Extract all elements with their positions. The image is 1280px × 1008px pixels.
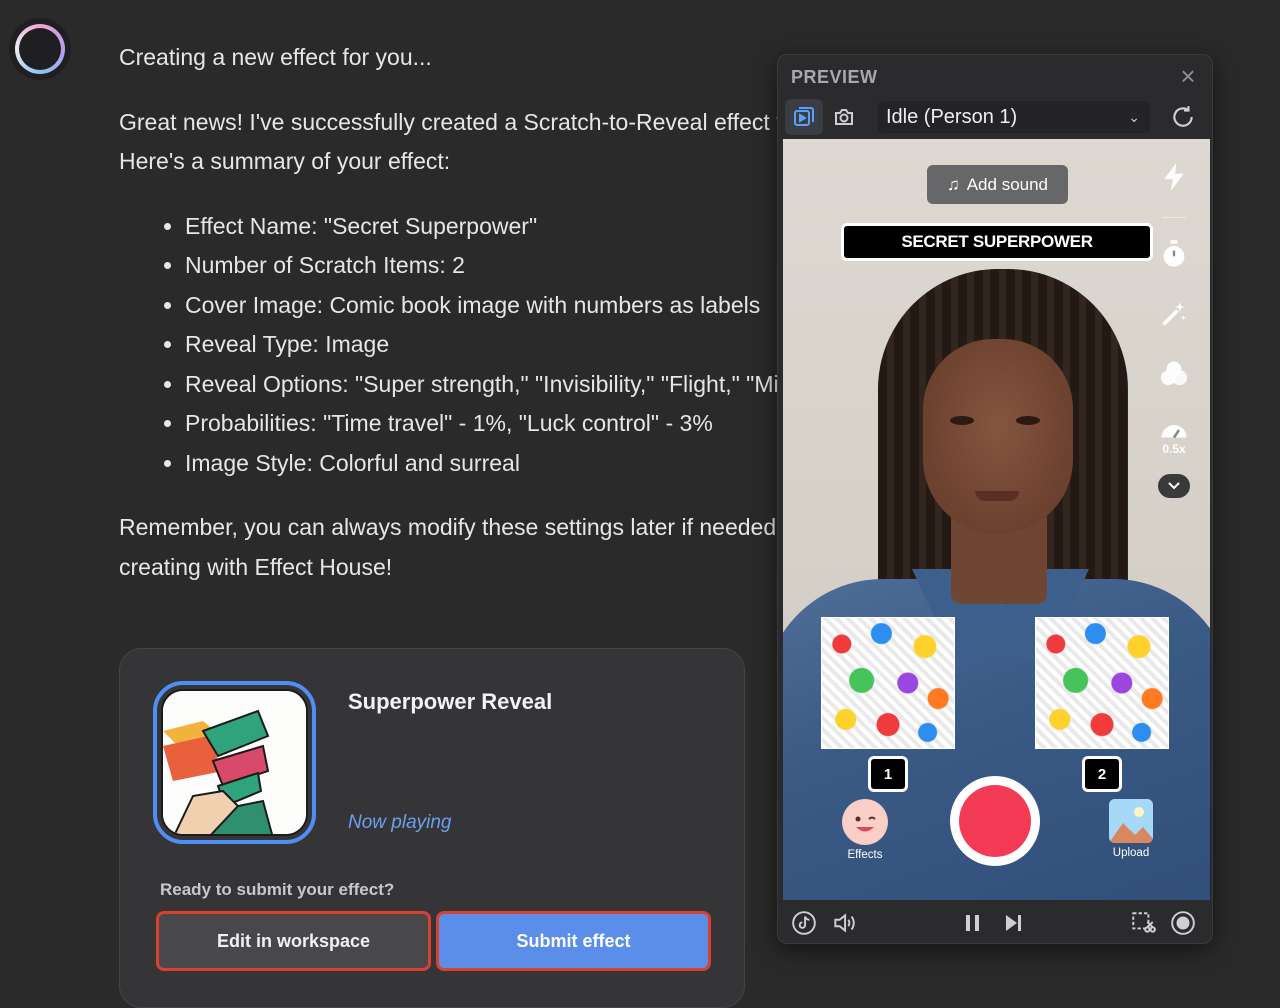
scratch-card-1[interactable]	[821, 617, 955, 749]
emoji-face-icon	[842, 799, 888, 845]
screenshot-crop-icon[interactable]	[1128, 908, 1158, 938]
tiktok-icon[interactable]	[789, 908, 819, 938]
person-mouth	[975, 491, 1019, 501]
video-mode-icon[interactable]	[785, 99, 823, 135]
more-tools-chevron-icon[interactable]	[1158, 474, 1190, 498]
scratch-card-label-1: 1	[868, 756, 908, 792]
person-face	[923, 339, 1073, 534]
scratch-card-label-2: 2	[1082, 756, 1122, 792]
filters-icon[interactable]	[1154, 354, 1194, 394]
add-sound-label: Add sound	[966, 174, 1049, 194]
intro-line-2: Here's a summary of your effect:	[119, 148, 451, 174]
flash-icon[interactable]	[1154, 157, 1194, 197]
chevron-down-icon: ⌄	[1128, 109, 1140, 125]
music-note-icon: ♫	[946, 174, 960, 194]
close-icon[interactable]: ×	[1176, 63, 1200, 89]
speed-icon[interactable]: 0.5x	[1154, 414, 1194, 456]
upload-button[interactable]: Upload	[1101, 799, 1161, 859]
upload-label: Upload	[1112, 847, 1150, 859]
scene-select[interactable]: Idle (Person 1) ⌄	[878, 101, 1150, 133]
playback-status: Now playing	[348, 812, 452, 833]
record-button[interactable]	[950, 776, 1040, 866]
preview-panel: PREVIEW × Idle (Person 1) ⌄ ♫ Add sound	[777, 54, 1213, 944]
person-eye-right	[1016, 416, 1040, 425]
person-eye-left	[950, 416, 974, 425]
scratch-card-2[interactable]	[1035, 617, 1169, 749]
add-sound-button[interactable]: ♫ Add sound	[927, 165, 1068, 204]
effect-thumbnail-image	[161, 689, 308, 836]
submit-effect-button[interactable]: Submit effect	[436, 911, 711, 971]
timer-icon[interactable]	[1154, 234, 1194, 274]
effect-banner: SECRET SUPERPOWER	[841, 223, 1153, 261]
pause-icon[interactable]	[958, 908, 988, 938]
volume-icon[interactable]	[829, 908, 859, 938]
refresh-icon[interactable]	[1164, 99, 1202, 135]
submit-prompt: Ready to submit your effect?	[160, 880, 395, 899]
effects-button[interactable]: Effects	[835, 799, 895, 861]
closing-line-2: creating with Effect House!	[119, 553, 393, 580]
camera-icon[interactable]	[825, 99, 863, 135]
assistant-logo-icon	[15, 24, 65, 74]
preview-title: PREVIEW	[791, 67, 878, 87]
closing-line-1: Remember, you can always modify these se…	[119, 514, 856, 540]
scene-select-value: Idle (Person 1)	[886, 106, 1018, 128]
effects-label: Effects	[847, 849, 883, 861]
comic-hand-icon	[163, 691, 306, 834]
effect-card: Superpower Reveal Now playing Ready to s…	[119, 648, 745, 1008]
assistant-avatar	[9, 18, 71, 80]
speed-label: 0.5x	[1162, 442, 1186, 456]
intro-line-1: Great news! I've successfully created a …	[119, 108, 853, 135]
effect-thumbnail[interactable]	[153, 681, 316, 844]
preview-bottom-bar	[778, 902, 1212, 944]
effect-title: Superpower Reveal	[348, 689, 553, 714]
preview-toolbar: Idle (Person 1) ⌄	[778, 97, 1212, 137]
divider	[1162, 217, 1186, 218]
edit-in-workspace-button[interactable]: Edit in workspace	[156, 911, 431, 971]
skip-forward-icon[interactable]	[998, 908, 1028, 938]
image-gallery-icon	[1109, 799, 1153, 843]
record-screen-icon[interactable]	[1168, 908, 1198, 938]
magic-wand-icon[interactable]	[1154, 294, 1194, 334]
record-icon	[959, 785, 1031, 857]
preview-viewport[interactable]: ♫ Add sound SECRET SUPERPOWER 0.5x 1 2 E…	[783, 139, 1210, 900]
camera-side-tools: 0.5x	[1154, 157, 1194, 498]
